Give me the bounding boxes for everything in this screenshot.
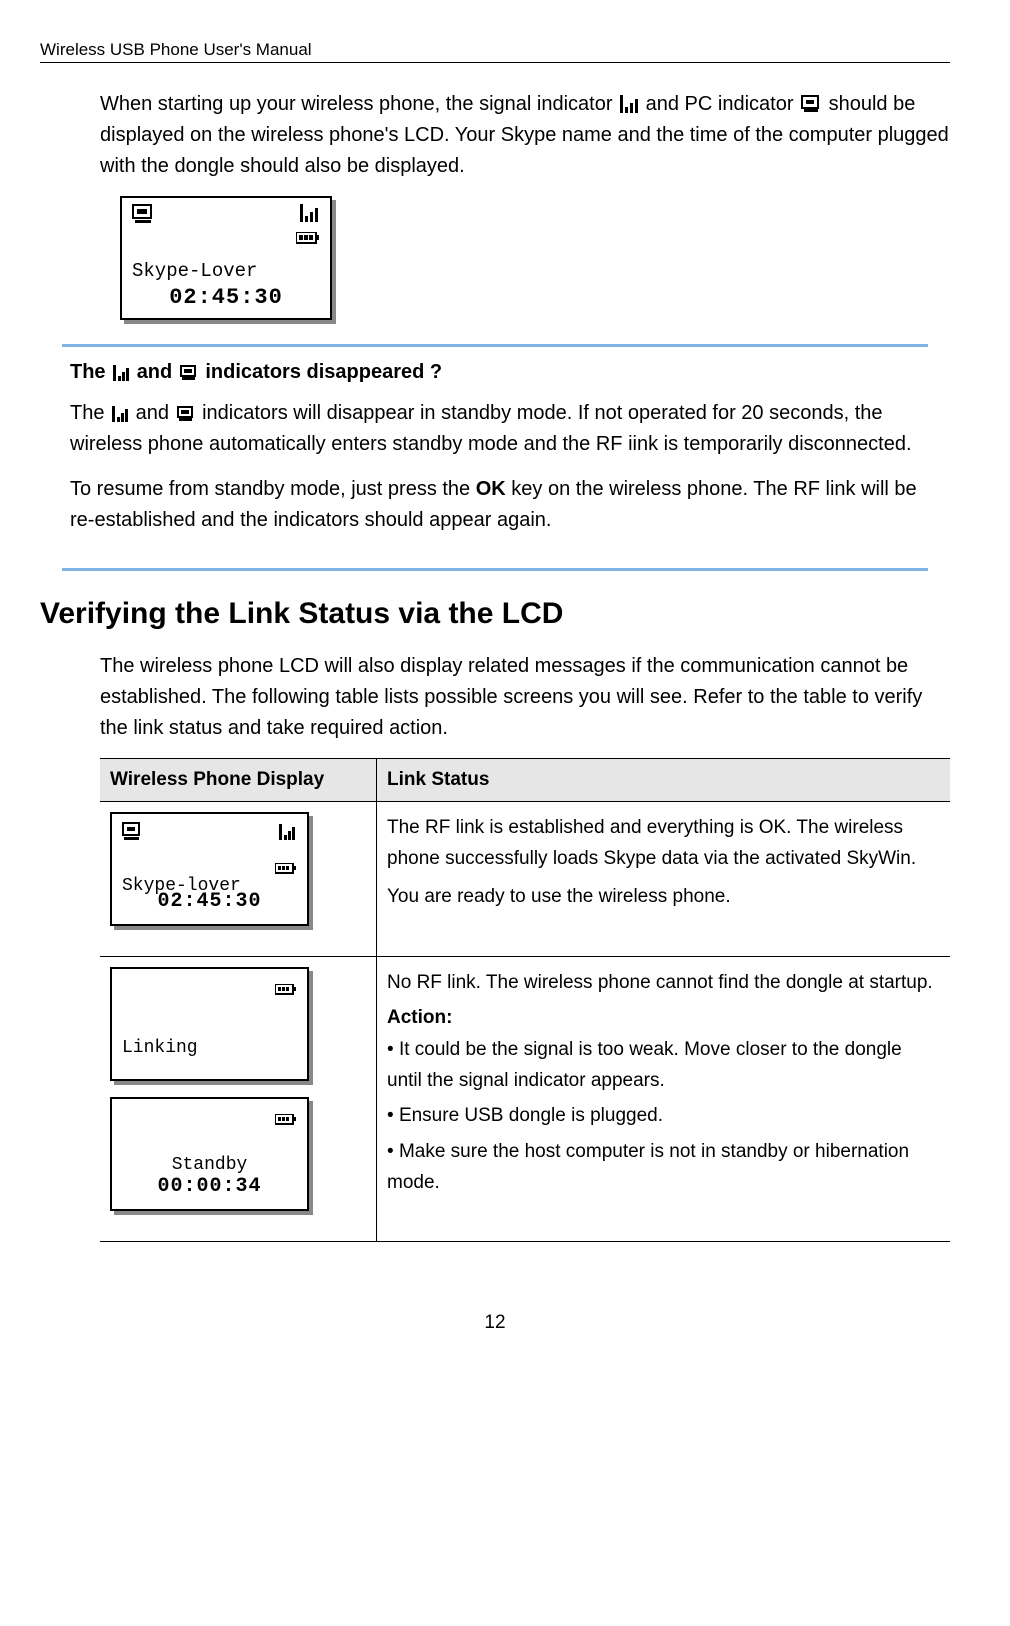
battery-icon <box>275 975 297 1006</box>
lcd-linking-text: Linking <box>122 1034 297 1064</box>
status-desc: The RF link is established and everythin… <box>387 812 940 875</box>
callout-p2: To resume from standby mode, just press … <box>70 474 920 536</box>
text: The <box>70 402 110 424</box>
info-callout: The and indicators disappeared ? The and… <box>62 344 928 571</box>
table-row: Linking Standby 00:00:34 No RF link. The… <box>100 957 950 1242</box>
text: indicators disappeared ? <box>205 361 442 383</box>
action-label: Action: <box>387 1002 940 1033</box>
callout-p1: The and indicators will disappear in sta… <box>70 398 920 460</box>
lcd-screen-ok: Skype-lover 02:45:30 <box>110 812 309 926</box>
lcd-screen: Skype-Lover 02:45:30 <box>120 196 332 320</box>
page: Wireless USB Phone User's Manual When st… <box>0 0 1010 1354</box>
lcd-time: 02:45:30 <box>112 885 307 918</box>
pc-icon <box>177 406 195 422</box>
pc-icon <box>801 95 821 113</box>
battery-icon <box>296 231 320 249</box>
pc-icon <box>132 204 154 229</box>
pc-icon <box>122 820 142 851</box>
intro-text-1: When starting up your wireless phone, th… <box>100 93 618 115</box>
link-status-table: Wireless Phone Display Link Status <box>100 758 950 1242</box>
battery-icon <box>275 854 297 885</box>
status-desc: No RF link. The wireless phone cannot fi… <box>387 967 940 998</box>
signal-icon <box>112 406 128 422</box>
intro-paragraph: When starting up your wireless phone, th… <box>100 89 950 182</box>
table-header-display: Wireless Phone Display <box>100 759 377 802</box>
signal-icon <box>113 365 129 381</box>
lcd-example: Skype-Lover 02:45:30 <box>120 196 950 320</box>
signal-icon <box>296 204 320 227</box>
section-heading: Verifying the Link Status via the LCD <box>40 597 950 631</box>
lcd-skype-name: Skype-Lover <box>132 260 257 282</box>
document-header: Wireless USB Phone User's Manual <box>40 40 950 63</box>
action-bullet-2: Ensure USB dongle is plugged. <box>387 1100 940 1131</box>
status-desc-2: You are ready to use the wireless phone. <box>387 881 940 912</box>
pc-icon <box>180 365 198 381</box>
action-bullet-3: Make sure the host computer is not in st… <box>387 1136 940 1199</box>
text: To resume from standby mode, just press … <box>70 478 476 500</box>
intro-text-2: and PC indicator <box>646 93 799 115</box>
signal-icon <box>620 95 638 113</box>
callout-question: The and indicators disappeared ? <box>70 361 920 384</box>
table-row: Skype-lover 02:45:30 The RF link is esta… <box>100 802 950 957</box>
text: indicators will disappear in standby mod… <box>70 402 912 455</box>
lcd-screen-linking: Linking <box>110 967 309 1081</box>
lcd-screen-standby: Standby 00:00:34 <box>110 1097 309 1211</box>
page-number: 12 <box>40 1312 950 1334</box>
table-header-status: Link Status <box>377 759 951 802</box>
battery-icon <box>275 1105 297 1136</box>
action-bullet-1: It could be the signal is too weak. Move… <box>387 1034 940 1097</box>
lcd-time: 02:45:30 <box>122 285 330 310</box>
lcd-standby-time: 00:00:34 <box>112 1170 307 1203</box>
signal-icon <box>275 820 297 851</box>
text: The <box>70 361 111 383</box>
text: and <box>137 361 178 383</box>
section-intro: The wireless phone LCD will also display… <box>100 651 950 744</box>
text: and <box>136 402 175 424</box>
ok-key-label: OK <box>476 478 506 500</box>
